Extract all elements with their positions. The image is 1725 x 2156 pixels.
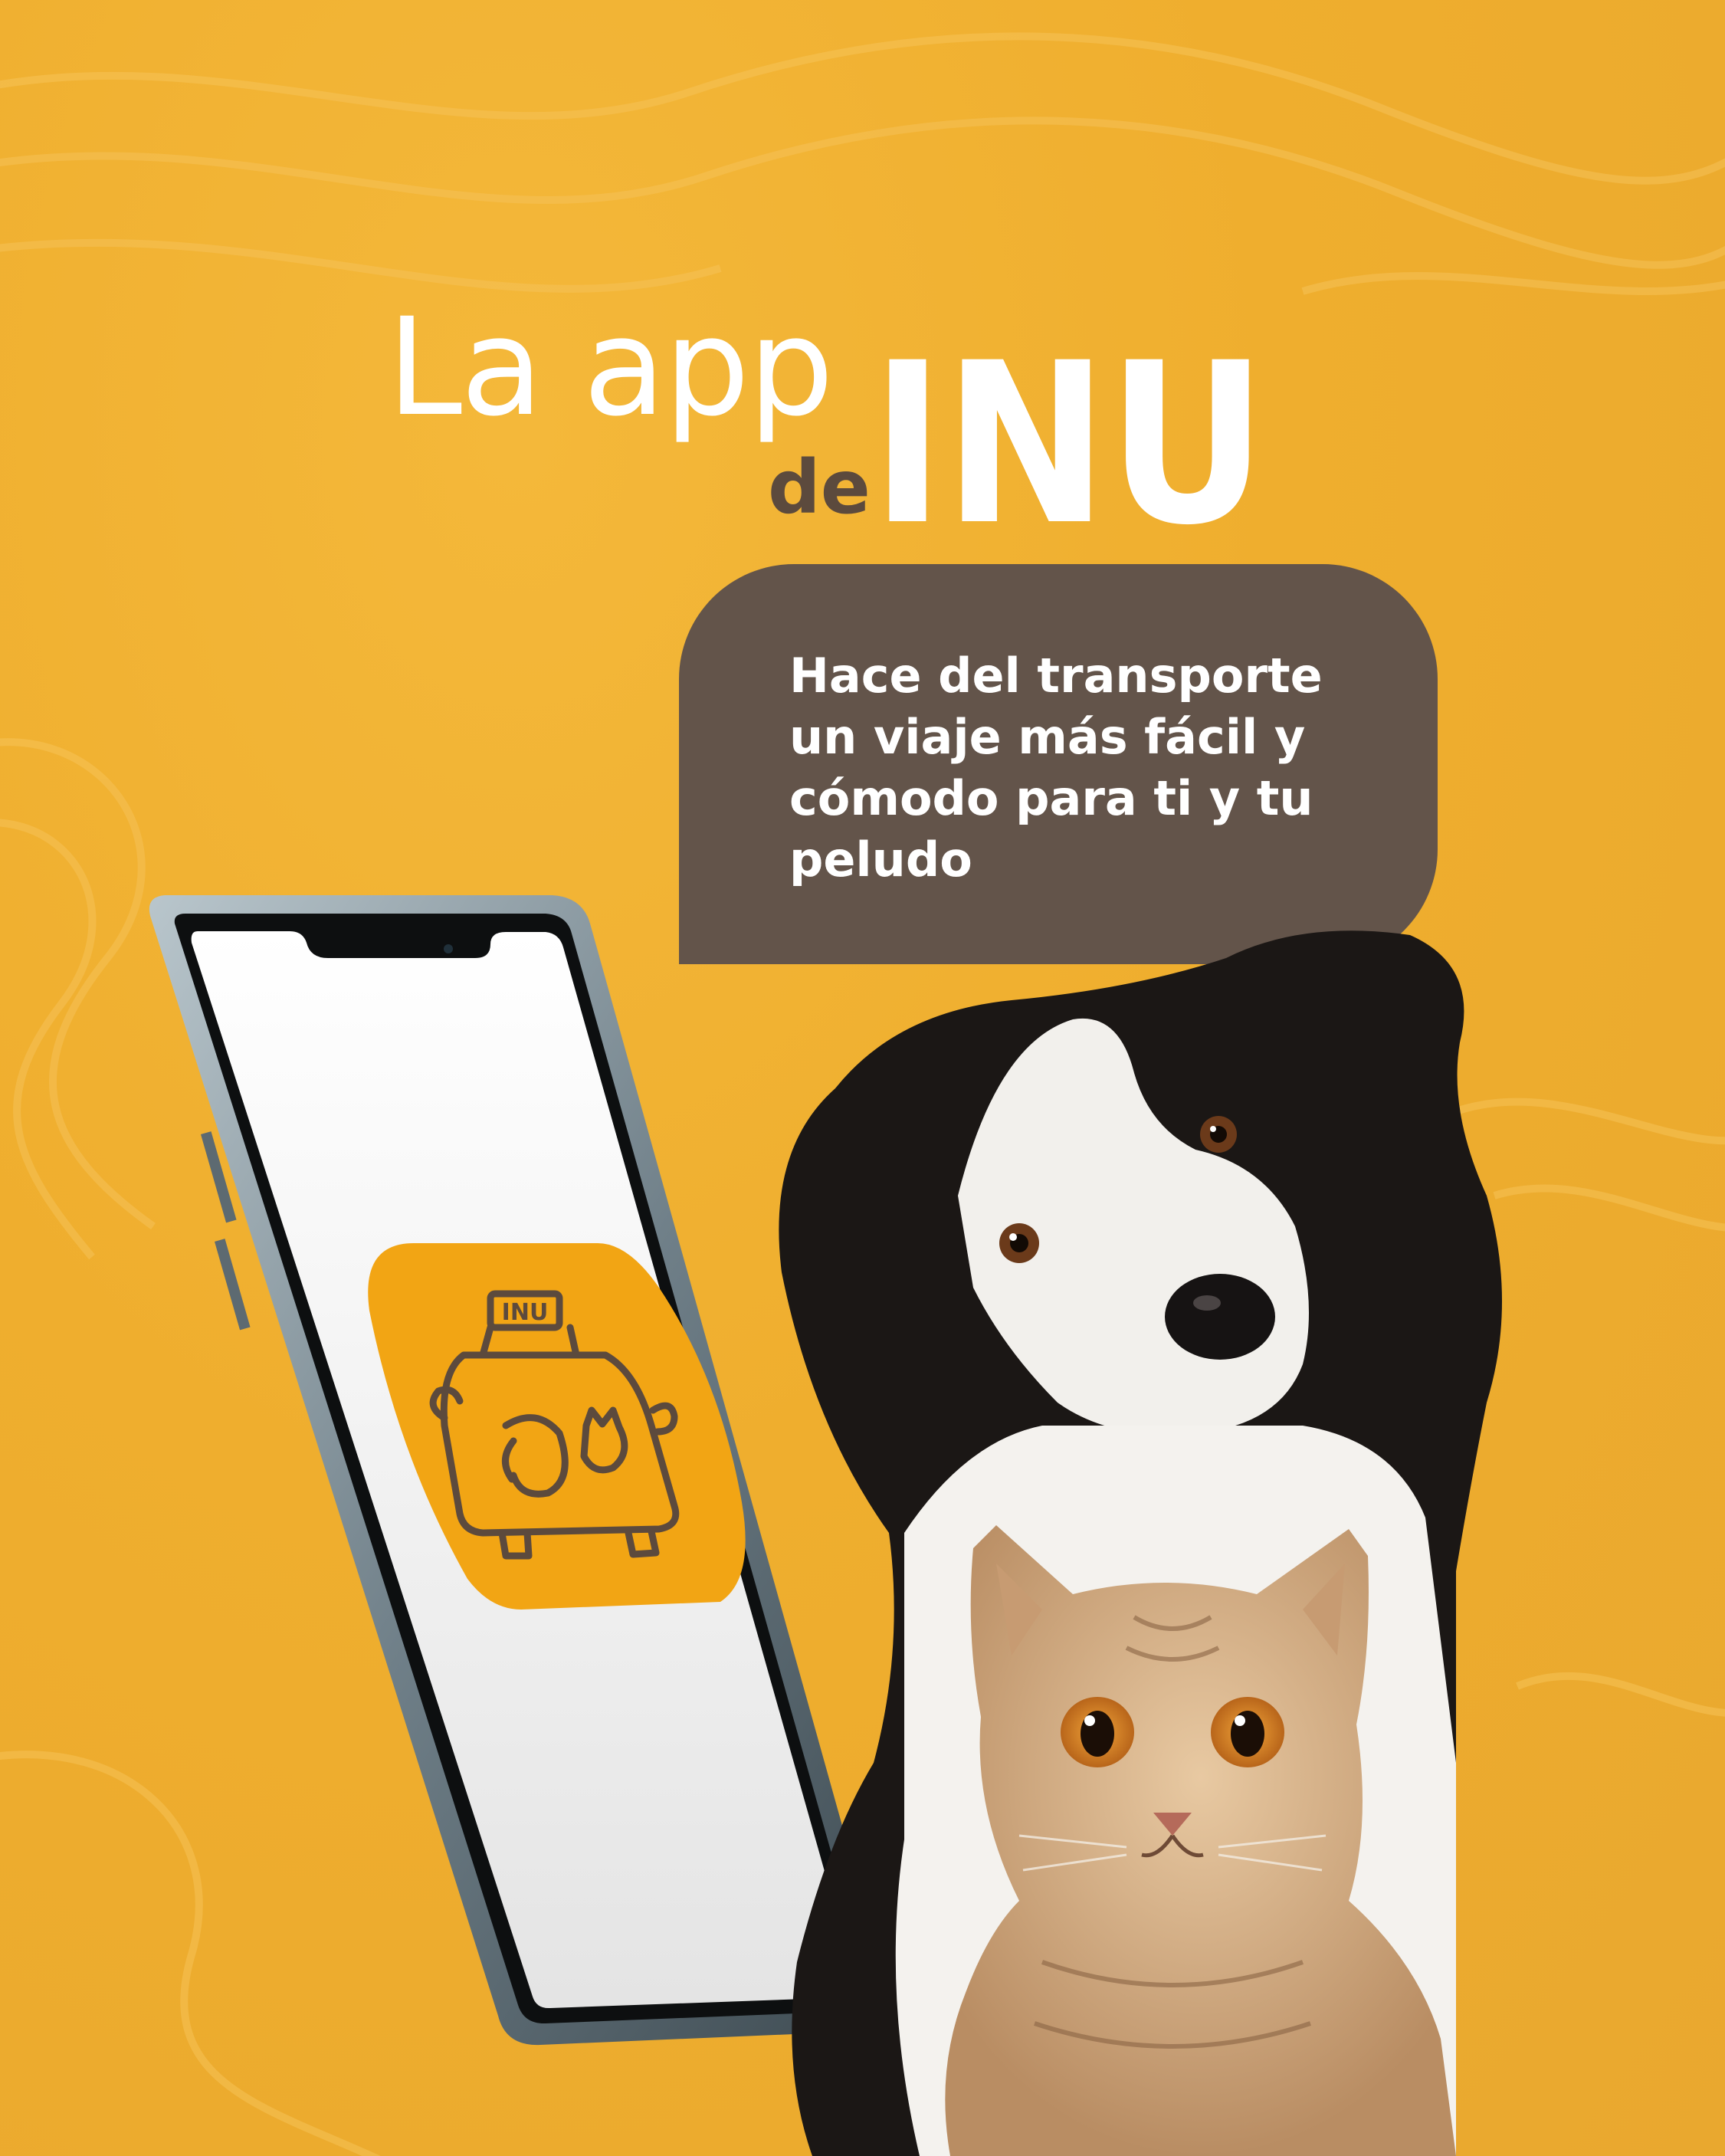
app-icon-sign-text: INU bbox=[502, 1299, 549, 1326]
poster: La app de INU Hace del transporte un via… bbox=[0, 0, 1725, 2156]
photo-scene: INU bbox=[149, 895, 1502, 2156]
dog-nose bbox=[1165, 1274, 1275, 1360]
smartphone: INU bbox=[149, 895, 890, 2046]
